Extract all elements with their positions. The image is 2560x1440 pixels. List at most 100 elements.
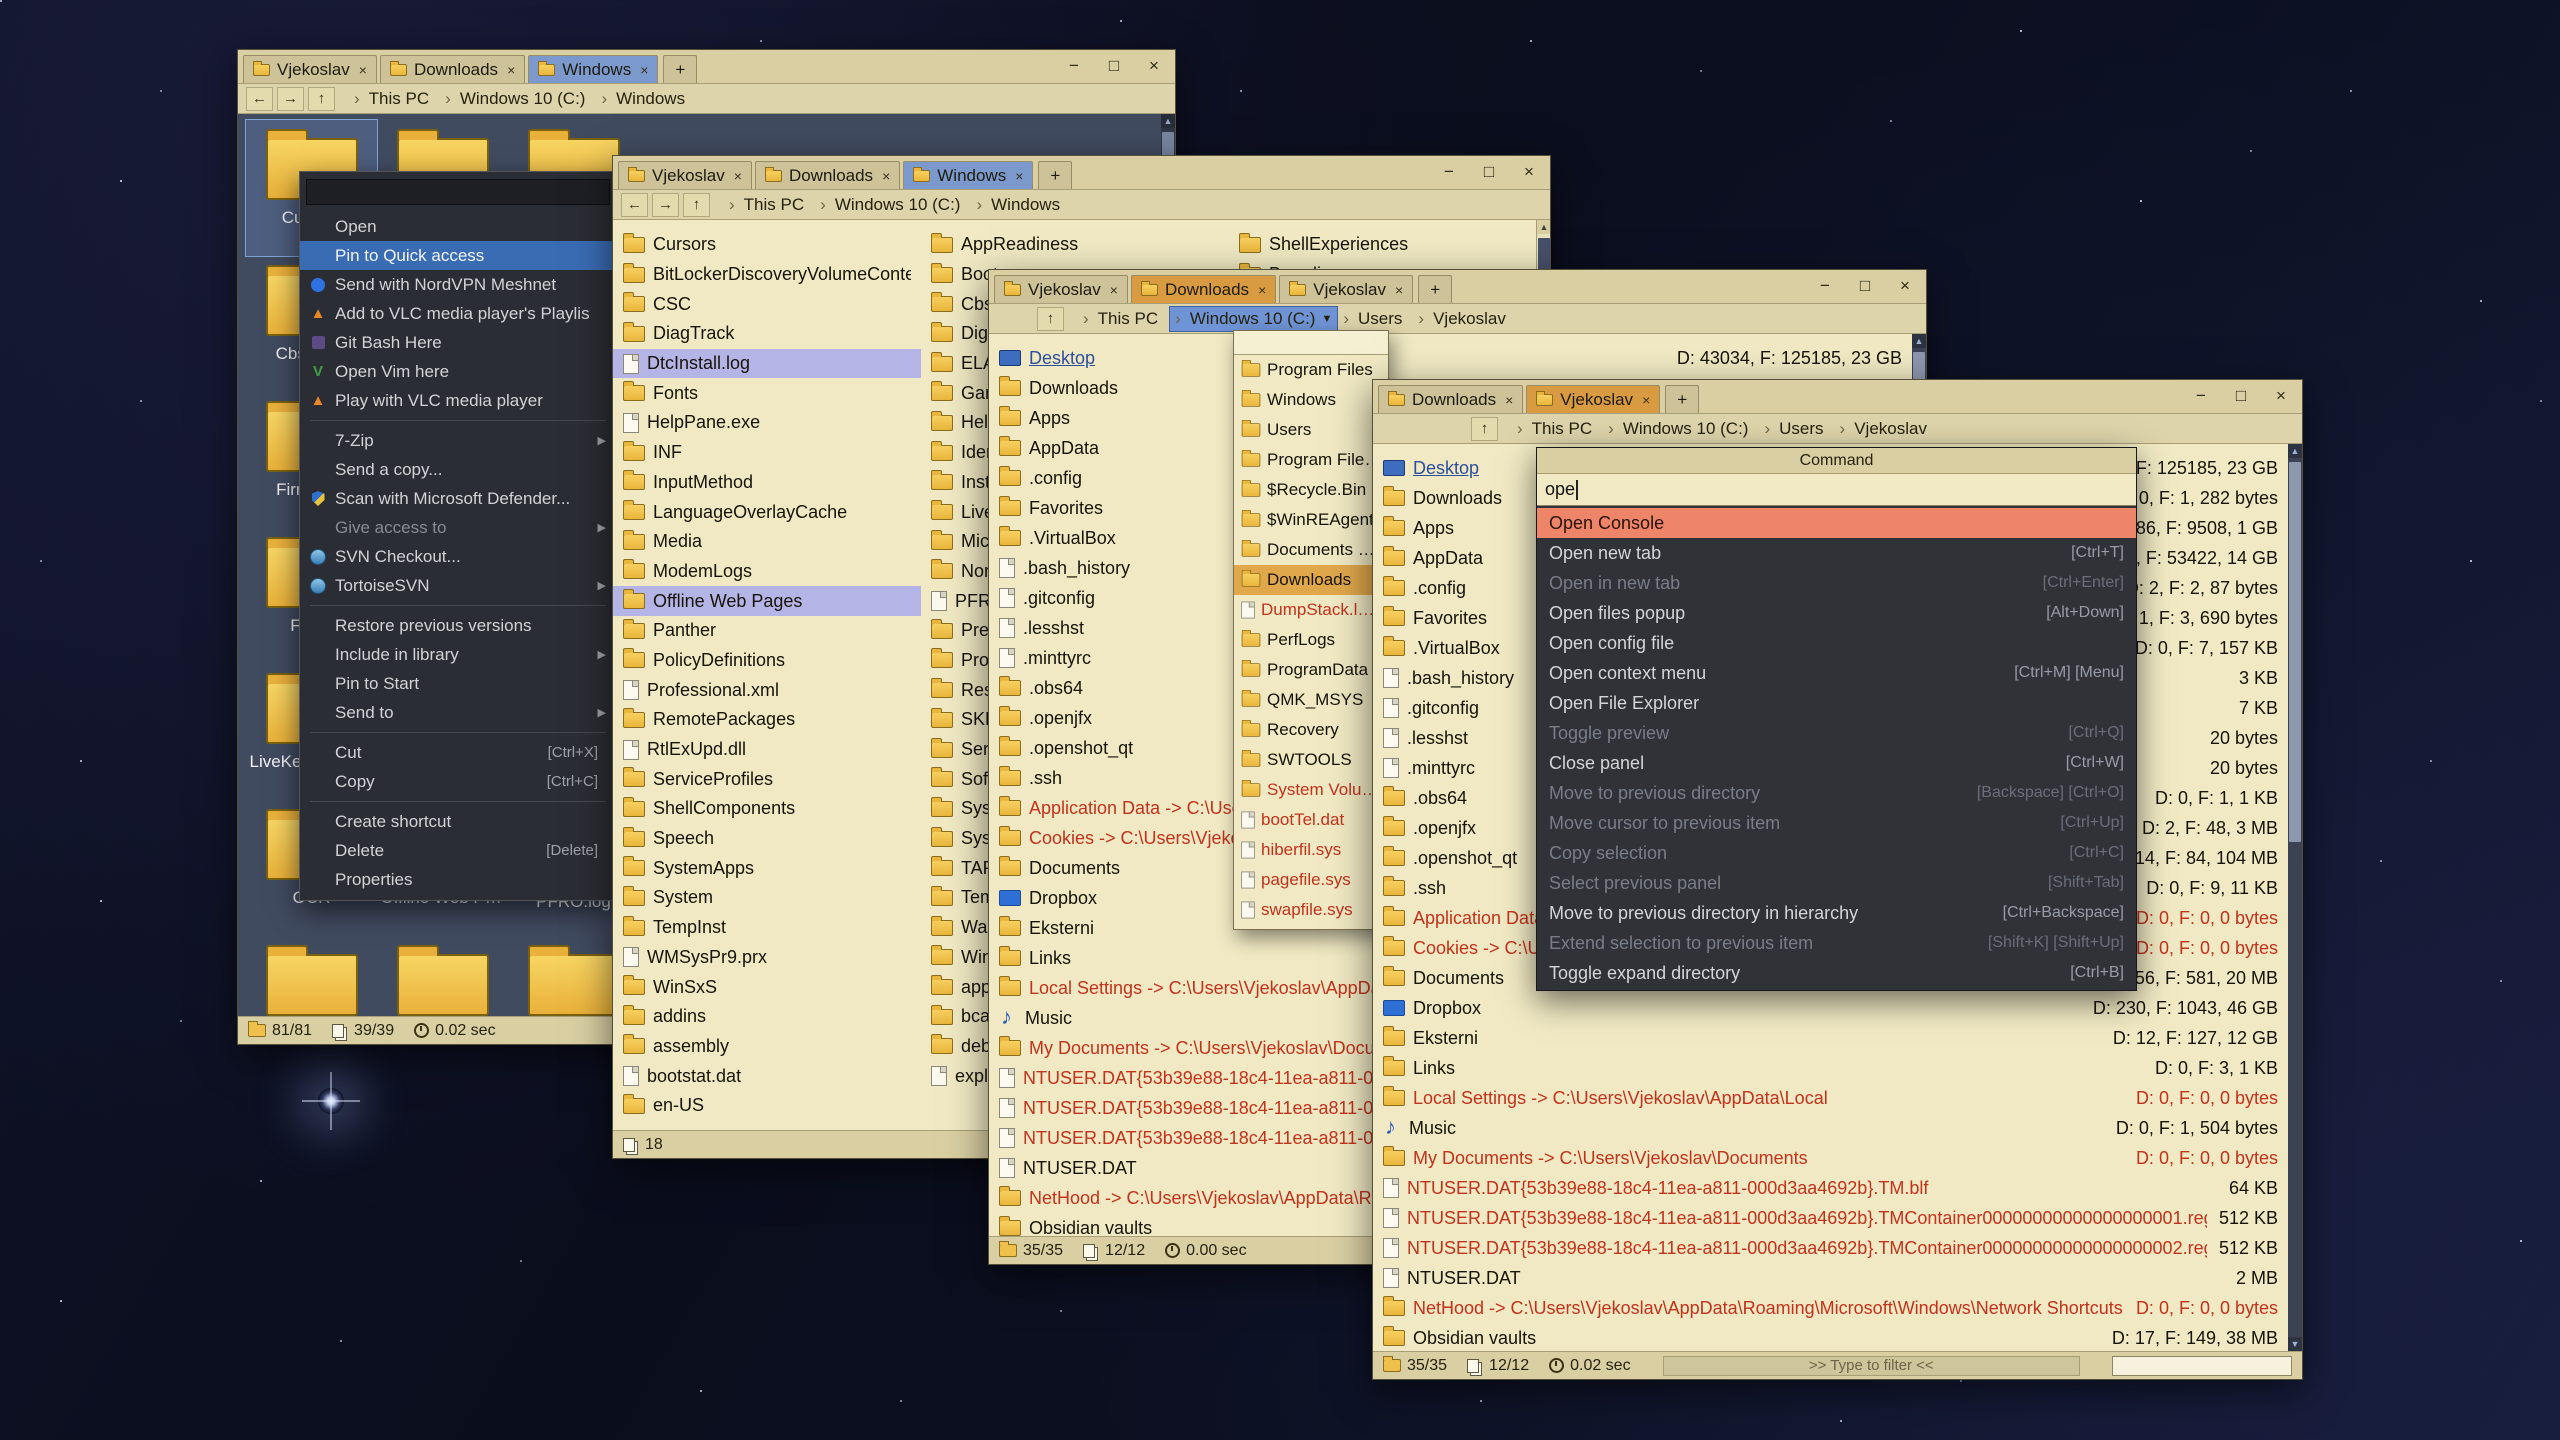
command-item[interactable]: Open new tab [Ctrl+T] — [1537, 538, 2136, 568]
file-row[interactable]: ModemLogs — [613, 557, 921, 587]
tab[interactable]: Vjekoslav × — [243, 55, 377, 83]
file-row[interactable]: PolicyDefinitions — [613, 646, 921, 676]
breadcrumb-segment[interactable]: Windows — [596, 87, 696, 111]
file-row[interactable]: Music D: 0, F: 1, 504 bytes — [1373, 1113, 2288, 1143]
dropdown-filter-input[interactable] — [1234, 331, 1388, 355]
breadcrumb-segment[interactable]: Windows 10 (C:)▼ — [1169, 306, 1338, 332]
type-to-filter-box[interactable]: >> Type to filter << — [1663, 1356, 2080, 1376]
breadcrumb-segment[interactable]: Vjekoslav — [1413, 307, 1516, 331]
minimize-button[interactable]: − — [1810, 274, 1840, 298]
file-row[interactable]: Local Settings -> C:\Users\Vjekoslav\App… — [1373, 1083, 2288, 1113]
context-menu-item[interactable]: Properties — [300, 865, 616, 894]
minimize-button[interactable]: − — [1434, 160, 1464, 184]
file-row[interactable]: NetHood -> C:\Users\Vjekoslav\AppData\Ro… — [1373, 1293, 2288, 1323]
back-button[interactable]: ← — [246, 87, 273, 111]
context-menu-item[interactable]: SVN Checkout... — [300, 542, 616, 571]
close-button[interactable]: × — [1514, 160, 1544, 184]
command-item[interactable]: Toggle expand directory [Ctrl+B] — [1537, 958, 2136, 988]
tab-close-icon[interactable]: × — [1110, 282, 1118, 298]
dropdown-item[interactable]: Program Files (x86) — [1234, 445, 1388, 475]
file-row[interactable]: DtcInstall.log — [613, 349, 921, 379]
breadcrumb-segment[interactable]: Windows 10 (C:) — [815, 193, 971, 217]
context-menu-item[interactable]: Pin to Start — [300, 669, 616, 698]
file-row[interactable]: RemotePackages — [613, 705, 921, 735]
command-item[interactable]: Open File Explorer — [1537, 688, 2136, 718]
command-item[interactable]: Open Console — [1537, 508, 2136, 538]
dropdown-item[interactable]: ProgramData — [1234, 655, 1388, 685]
command-item[interactable]: Move to previous directory in hierarchy … — [1537, 898, 2136, 928]
file-row[interactable]: ShellComponents — [613, 794, 921, 824]
file-row[interactable]: LanguageOverlayCache — [613, 497, 921, 527]
dropdown-item[interactable]: Documents and Settings — [1234, 535, 1388, 565]
title-bar[interactable]: Downloads × Vjekoslav × + − □ × — [1373, 380, 2302, 414]
tab-close-icon[interactable]: × — [1258, 282, 1266, 298]
context-menu-item[interactable]: Open Vim here — [300, 357, 616, 386]
tab[interactable]: Downloads × — [1378, 385, 1523, 413]
context-menu-item[interactable]: Restore previous versions — [300, 611, 616, 640]
context-menu-item[interactable]: Open — [300, 212, 616, 241]
file-row[interactable]: TempInst — [613, 913, 921, 943]
dropdown-item[interactable]: Windows — [1234, 385, 1388, 415]
dropdown-item[interactable]: Downloads — [1234, 565, 1388, 595]
scroll-up-icon[interactable]: ▲ — [1161, 114, 1175, 128]
file-row[interactable]: BitLockerDiscoveryVolumeContents — [613, 260, 921, 290]
command-item[interactable]: Open files popup [Alt+Down] — [1537, 598, 2136, 628]
command-item[interactable]: Open context menu [Ctrl+M] [Menu] — [1537, 658, 2136, 688]
dropdown-item[interactable]: $Recycle.Bin — [1234, 475, 1388, 505]
minimize-button[interactable]: − — [2186, 384, 2216, 408]
context-menu-item[interactable]: Copy [Ctrl+C] — [300, 767, 616, 796]
new-tab-button[interactable]: + — [663, 55, 697, 83]
file-row[interactable]: Obsidian vaults D: 17, F: 149, 38 MB — [1373, 1323, 2288, 1351]
file-row[interactable]: Offline Web Pages — [613, 586, 921, 616]
file-row[interactable]: My Documents -> C:\Users\Vjekoslav\Docum… — [1373, 1143, 2288, 1173]
tab[interactable]: Downloads × — [755, 161, 900, 189]
tab[interactable]: Windows × — [528, 55, 658, 83]
close-button[interactable]: × — [1890, 274, 1920, 298]
context-menu-item[interactable] — [310, 732, 606, 733]
file-row[interactable]: Links D: 0, F: 3, 1 KB — [1373, 1053, 2288, 1083]
up-button[interactable]: ↑ — [308, 87, 335, 111]
scroll-thumb[interactable] — [2289, 462, 2301, 842]
scroll-up-icon[interactable]: ▲ — [1537, 220, 1550, 234]
file-row[interactable]: NTUSER.DAT{53b39e88-18c4-11ea-a811-000d3… — [1373, 1173, 2288, 1203]
file-row[interactable]: ServiceProfiles — [613, 764, 921, 794]
desktop-folder-item[interactable] — [246, 936, 377, 1016]
tab-close-icon[interactable]: × — [1015, 168, 1023, 184]
up-button[interactable]: ↑ — [683, 193, 710, 217]
file-row[interactable]: Professional.xml — [613, 675, 921, 705]
file-row[interactable]: Panther — [613, 616, 921, 646]
dropdown-item[interactable]: System Volume Information — [1234, 775, 1388, 805]
tab-close-icon[interactable]: × — [1642, 392, 1650, 408]
file-row[interactable]: RtlExUpd.dll — [613, 735, 921, 765]
context-menu-item[interactable]: Create shortcut — [300, 807, 616, 836]
context-menu-item[interactable]: Send to ▶ — [300, 698, 616, 727]
dropdown-item[interactable]: swapfile.sys — [1234, 895, 1388, 925]
tab[interactable]: Downloads × — [1131, 275, 1276, 303]
context-menu-item[interactable]: Give access to ▶ — [300, 513, 616, 542]
breadcrumb-segment[interactable]: Windows — [971, 193, 1071, 217]
file-row[interactable]: Desktop D: 43034, F: 125185, 23 GB — [989, 343, 1912, 373]
context-menu-item[interactable]: Git Bash Here — [300, 328, 616, 357]
forward-button[interactable]: → — [277, 87, 304, 111]
file-row[interactable]: HelpPane.exe — [613, 408, 921, 438]
dropdown-item[interactable]: Users — [1234, 415, 1388, 445]
file-row[interactable]: INF — [613, 438, 921, 468]
context-menu-item[interactable]: Send a copy... — [300, 455, 616, 484]
forward-button[interactable]: → — [652, 193, 679, 217]
breadcrumb-segment[interactable]: This PC — [724, 193, 815, 217]
file-row[interactable]: CSC — [613, 289, 921, 319]
context-menu-item[interactable]: Play with VLC media player — [300, 386, 616, 415]
tab-close-icon[interactable]: × — [507, 62, 515, 78]
file-row[interactable]: NTUSER.DAT{53b39e88-18c4-11ea-a811-000d3… — [1373, 1233, 2288, 1263]
up-button[interactable]: ↑ — [1471, 417, 1498, 441]
maximize-button[interactable]: □ — [2226, 384, 2256, 408]
breadcrumb-segment[interactable]: Users — [1338, 307, 1413, 331]
filter-input[interactable] — [2112, 1356, 2292, 1376]
context-menu-item[interactable]: Cut [Ctrl+X] — [300, 738, 616, 767]
breadcrumb-segment[interactable]: Vjekoslav — [1835, 417, 1938, 441]
command-item[interactable]: Copy selection [Ctrl+C] — [1537, 838, 2136, 868]
dropdown-item[interactable]: QMK_MSYS — [1234, 685, 1388, 715]
breadcrumb-segment[interactable]: Windows 10 (C:) — [440, 87, 596, 111]
file-row[interactable]: System — [613, 883, 921, 913]
context-menu-item[interactable] — [310, 420, 606, 421]
